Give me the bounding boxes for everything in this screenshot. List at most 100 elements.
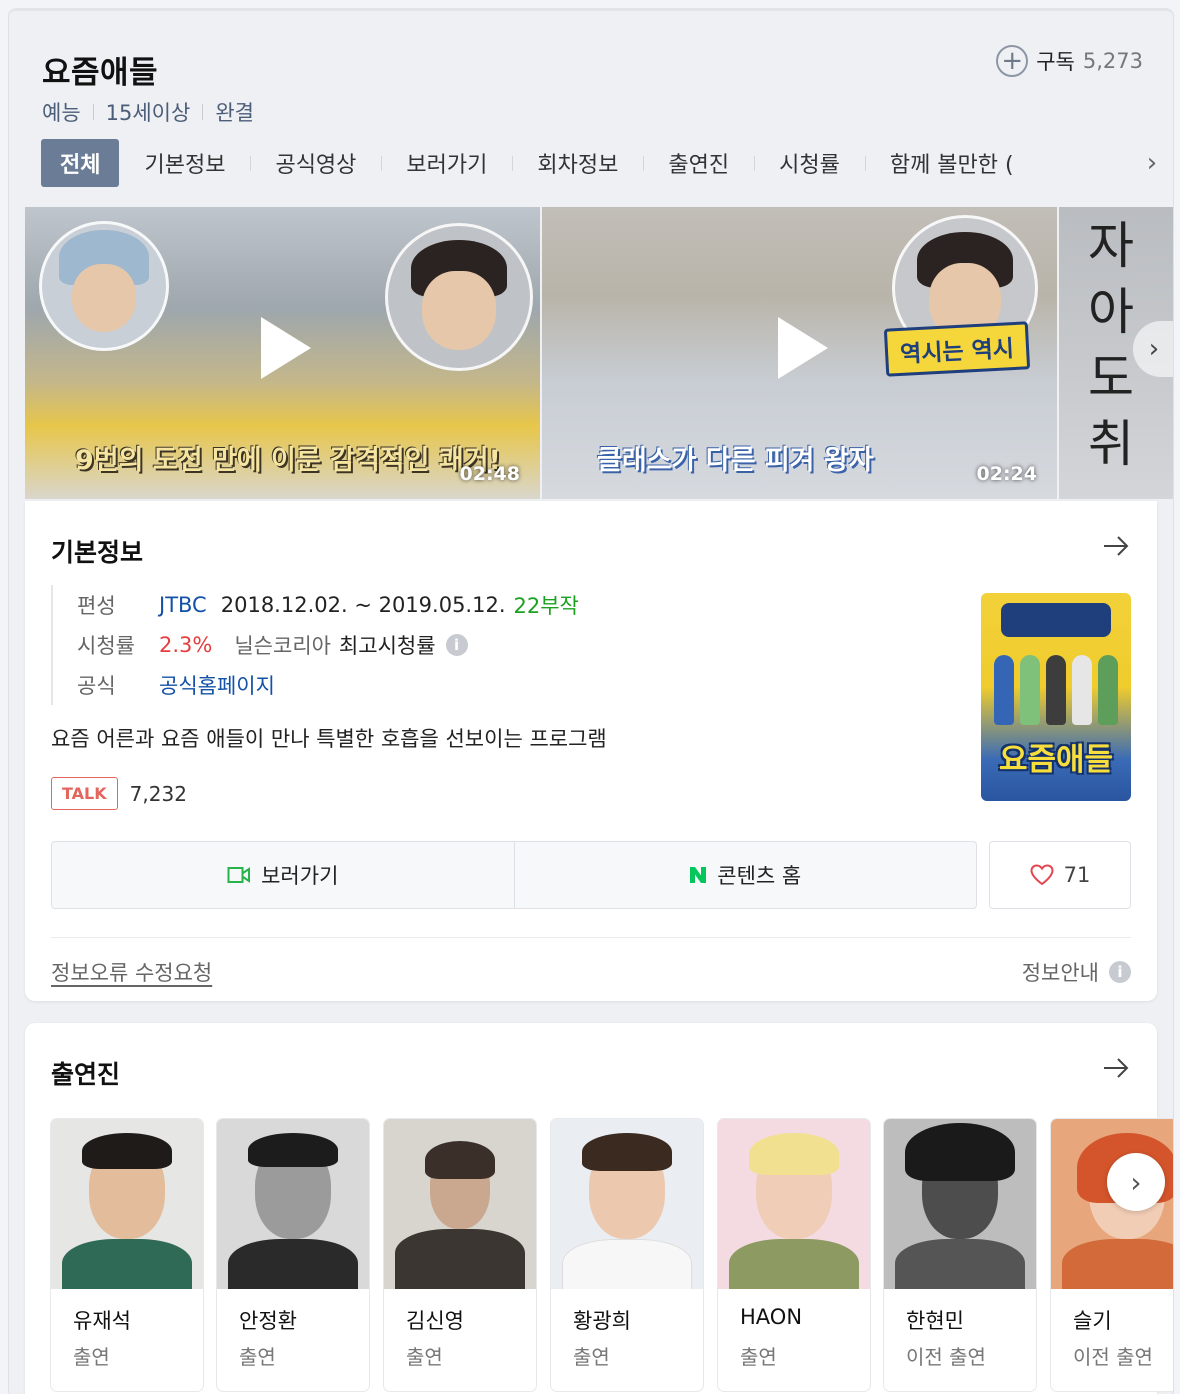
- cast-card-item[interactable]: 김신영 출연: [384, 1119, 536, 1391]
- tab-official-video[interactable]: 공식영상: [250, 139, 381, 187]
- video-thumbnail[interactable]: 역시는 역시 클래스가 다른 피겨 왕자 02:24: [542, 207, 1057, 499]
- cast-card-item[interactable]: HAON 출연: [718, 1119, 870, 1391]
- cast-name: HAON: [740, 1305, 803, 1329]
- cast-photo: [51, 1119, 203, 1289]
- broadcast-row: 편성 JTBC 2018.12.02. ~ 2019.05.12. 22부작: [77, 585, 579, 625]
- cast-role: 출연: [406, 1345, 443, 1369]
- video-caption: 클래스가 다른 피겨 왕자: [597, 445, 874, 476]
- ratings-row: 시청률 2.3% 닐슨코리아 최고시청률 i: [77, 625, 579, 665]
- heart-icon: [1030, 864, 1054, 886]
- cast-role: 출연: [239, 1345, 276, 1369]
- poster-title: 요즘애들: [998, 742, 1114, 778]
- like-button[interactable]: 71: [989, 841, 1131, 909]
- watch-button[interactable]: 보러가기: [52, 842, 514, 908]
- cast-photo: [384, 1119, 536, 1289]
- cast-card-item[interactable]: 유재석 출연: [51, 1119, 203, 1391]
- plus-circle-icon: +: [996, 45, 1029, 77]
- official-homepage-link[interactable]: 공식홈페이지: [159, 670, 275, 700]
- divider: [92, 104, 94, 120]
- action-buttons: 보러가기 콘텐츠 홈 71: [51, 841, 1131, 909]
- channel-link[interactable]: JTBC: [159, 593, 207, 617]
- video-thumbnail[interactable]: 자아도취 ›: [1059, 207, 1173, 499]
- cast-photo: [551, 1119, 703, 1289]
- arrow-right-icon[interactable]: [1101, 1053, 1131, 1083]
- program-meta: 예능 15세이상 완결: [42, 97, 254, 127]
- chevron-right-icon[interactable]: ›: [1107, 1153, 1165, 1211]
- age-rating: 15세이상: [105, 101, 191, 125]
- tab-bar: 전체 기본정보 공식영상 보러가기 회차정보 출연진 시청률 함께 볼만한 (: [41, 139, 1173, 187]
- cast-name: 슬기: [1073, 1309, 1112, 1333]
- cast-card-item[interactable]: 안정환 출연: [217, 1119, 369, 1391]
- official-row: 공식 공식홈페이지: [77, 665, 579, 705]
- section-title: 출연진: [51, 1060, 121, 1089]
- cast-list: 유재석 출연 안정환 출연 김신영 출연 황광희 출연 HAON 출연 한현민 …: [51, 1119, 1173, 1391]
- cast-photo: [217, 1119, 369, 1289]
- episode-count[interactable]: 22부작: [514, 590, 579, 620]
- broadcast-period: 2018.12.02. ~ 2019.05.12.: [220, 593, 506, 617]
- tab-episodes[interactable]: 회차정보: [512, 139, 643, 187]
- video-thumbnail[interactable]: 9번의 도전 만에 이룬 감격적인 쾌거! 02:48: [25, 207, 540, 499]
- talk-count: 7,232: [129, 781, 187, 806]
- cast-card-item[interactable]: 황광희 출연: [551, 1119, 703, 1391]
- report-error-link[interactable]: 정보오류 수정요청: [51, 957, 212, 987]
- program-poster[interactable]: 요즘애들: [981, 593, 1131, 801]
- cast-photo: [1051, 1119, 1173, 1289]
- info-table: 편성 JTBC 2018.12.02. ~ 2019.05.12. 22부작 시…: [51, 585, 579, 705]
- info-icon[interactable]: i: [445, 634, 468, 656]
- content-home-label: 콘텐츠 홈: [717, 864, 802, 888]
- cast-card-item[interactable]: 한현민 이전 출연: [884, 1119, 1036, 1391]
- cast-name: 유재석: [73, 1309, 131, 1333]
- button-group: 보러가기 콘텐츠 홈: [51, 841, 977, 909]
- info-guide-label: 정보안내: [1021, 961, 1099, 985]
- tab-ratings[interactable]: 시청률: [754, 139, 865, 187]
- tab-basic-info[interactable]: 기본정보: [119, 139, 250, 187]
- cast-name: 한현민: [906, 1309, 964, 1333]
- face-bubble: [385, 223, 533, 371]
- genre-label: 예능: [42, 101, 81, 125]
- poster-cast-image: [991, 655, 1121, 735]
- cast-role: 이전 출연: [1073, 1345, 1153, 1369]
- video-caption: 9번의 도전 만에 이룬 감격적인 쾌거!: [75, 445, 501, 476]
- official-label: 공식: [77, 674, 116, 698]
- divider: [202, 104, 204, 120]
- cast-name: 안정환: [239, 1309, 297, 1333]
- ratings-label: 시청률: [77, 634, 135, 658]
- video-banner: 역시는 역시: [884, 321, 1031, 377]
- basic-info-card: 기본정보 편성 JTBC 2018.12.02. ~ 2019.05.12. 2…: [25, 501, 1157, 1001]
- naver-n-icon: [690, 867, 707, 883]
- subscribe-button[interactable]: + 구독 5,273: [996, 45, 1143, 77]
- status-label: 완결: [215, 101, 254, 125]
- tab-related[interactable]: 함께 볼만한 (: [864, 139, 1039, 187]
- cast-role: 이전 출연: [906, 1345, 986, 1369]
- section-title: 기본정보: [51, 538, 144, 567]
- tab-cast[interactable]: 출연진: [643, 139, 754, 187]
- cast-name: 황광희: [573, 1309, 631, 1333]
- chevron-right-icon[interactable]: ›: [1131, 139, 1173, 187]
- program-panel: 요즘애들 예능 15세이상 완결 + 구독 5,273 전체 기본정보 공식영상…: [8, 8, 1174, 1394]
- arrow-right-icon[interactable]: [1101, 531, 1131, 561]
- cast-role: 출연: [740, 1345, 777, 1369]
- video-camera-icon: [227, 867, 251, 883]
- content-home-button[interactable]: 콘텐츠 홈: [513, 842, 977, 908]
- video-duration: 02:48: [459, 463, 520, 485]
- play-icon: [260, 317, 311, 379]
- broadcast-label: 편성: [77, 594, 116, 618]
- program-title[interactable]: 요즘애들: [42, 47, 158, 92]
- cast-photo: [884, 1119, 1036, 1289]
- info-icon: i: [1109, 961, 1131, 983]
- ratings-note: 최고시청률: [338, 634, 436, 658]
- like-count: 71: [1063, 863, 1091, 887]
- info-guide-link[interactable]: 정보안내 i: [1022, 957, 1131, 987]
- calligraphy-text: 자아도취: [1088, 217, 1134, 473]
- cast-photo: [718, 1119, 870, 1289]
- ratings-value[interactable]: 2.3%: [159, 633, 212, 657]
- watch-button-label: 보러가기: [261, 864, 339, 888]
- cast-role: 출연: [573, 1345, 610, 1369]
- ratings-source: 닐슨코리아: [234, 634, 331, 658]
- talk-link[interactable]: TALK 7,232: [51, 777, 187, 810]
- play-icon: [777, 317, 828, 379]
- tab-all[interactable]: 전체: [41, 139, 120, 187]
- divider: [51, 937, 1131, 938]
- tab-watch[interactable]: 보러가기: [381, 139, 512, 187]
- face-bubble: [39, 221, 169, 351]
